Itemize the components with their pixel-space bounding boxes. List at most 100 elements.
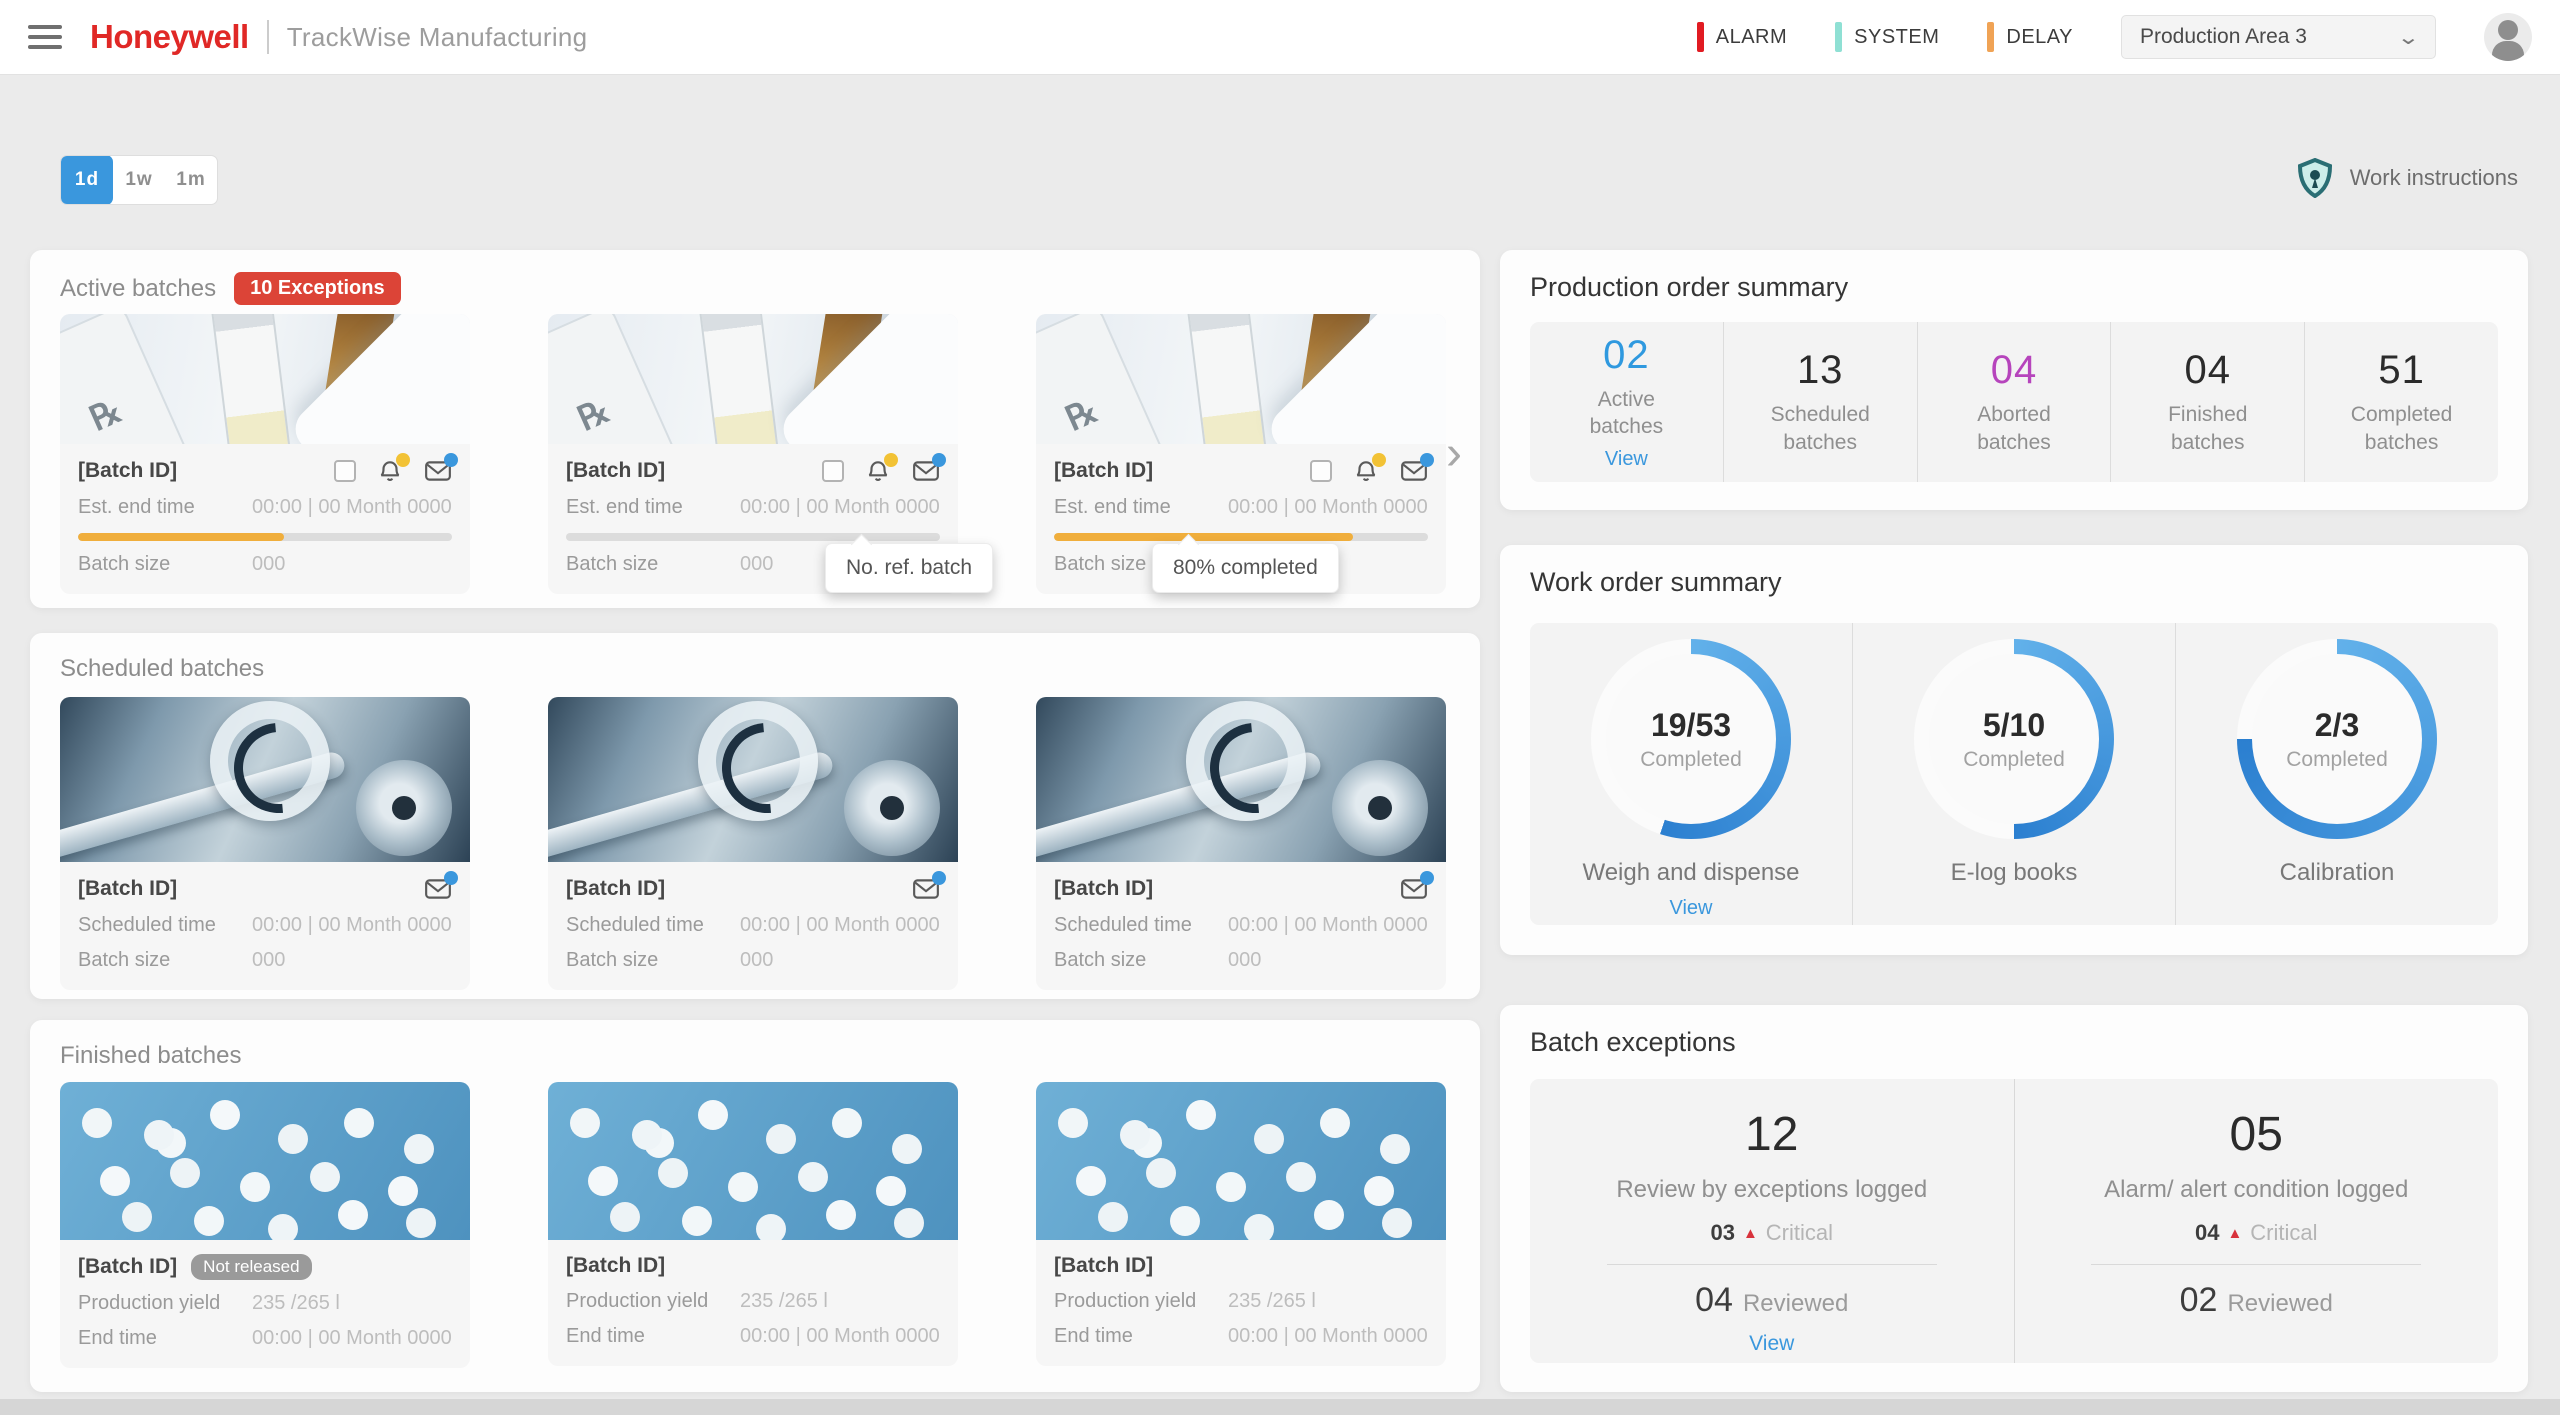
scheduled-batch-card-1[interactable]: [Batch ID] Scheduled time 00:00 | 00 Mon… <box>60 697 470 990</box>
gauge-completed-label: Completed <box>2286 748 2388 772</box>
shield-icon <box>2296 158 2334 198</box>
work-instructions-button[interactable]: Work instructions <box>2296 158 2518 198</box>
work-order-gauges: 19/53 Completed Weigh and dispense View … <box>1530 623 2498 925</box>
envelope-alert-dot <box>444 871 458 885</box>
bell-icon[interactable] <box>376 458 404 484</box>
stat-label: Finished batches <box>2148 401 2268 456</box>
gauge-elog-books: 5/10 Completed E-log books <box>1852 623 2175 925</box>
batch-checkbox[interactable] <box>1310 460 1332 482</box>
active-batch-card-1[interactable]: ℞ [Batch ID] <box>60 314 470 594</box>
gauge-fraction: 19/53 <box>1651 707 1731 744</box>
bell-alert-dot <box>396 453 410 467</box>
critical-label: Critical <box>2250 1220 2317 1246</box>
delay-indicator[interactable]: DELAY <box>1987 22 2073 52</box>
work-order-summary-panel: Work order summary 19/53 Completed Weigh… <box>1500 545 2528 955</box>
batch-id-label: [Batch ID] <box>78 459 177 483</box>
review-exceptions-column: 12 Review by exceptions logged 03 ▲ Crit… <box>1530 1079 2014 1363</box>
gauge-label: E-log books <box>1951 859 2078 887</box>
gauge-fraction: 5/10 <box>1983 707 2045 744</box>
bell-icon[interactable] <box>1352 458 1380 484</box>
batch-id-label: [Batch ID] <box>1054 1254 1153 1278</box>
batch-photo-vials: ℞ <box>60 314 470 444</box>
view-weigh-dispense-link[interactable]: View <box>1670 897 1713 920</box>
product-title: TrackWise Manufacturing <box>287 22 588 53</box>
filter-1w-button[interactable]: 1w <box>113 155 165 205</box>
est-end-time-value: 00:00 | 00 Month 0000 <box>740 496 940 519</box>
end-time-value: 00:00 | 00 Month 0000 <box>740 1325 940 1348</box>
hamburger-menu-icon[interactable] <box>28 25 62 49</box>
system-label: SYSTEM <box>1854 26 1939 49</box>
envelope-icon[interactable] <box>912 458 940 484</box>
user-avatar[interactable] <box>2484 13 2532 61</box>
progress-bar <box>78 533 452 541</box>
batch-id-label: [Batch ID] <box>1054 877 1153 901</box>
view-active-batches-link[interactable]: View <box>1605 448 1648 471</box>
envelope-icon[interactable] <box>912 876 940 902</box>
production-yield-label: Production yield <box>566 1290 726 1313</box>
batch-checkbox[interactable] <box>334 460 356 482</box>
alarm-label: ALARM <box>1716 26 1787 49</box>
est-end-time-label: Est. end time <box>566 496 726 519</box>
stat-finished-batches: 04 Finished batches <box>2110 322 2304 482</box>
honeywell-logo: Honeywell <box>90 18 249 56</box>
work-order-summary-title: Work order summary <box>1530 567 1782 598</box>
envelope-icon[interactable] <box>1400 458 1428 484</box>
scheduled-batches-title: Scheduled batches <box>60 655 264 683</box>
envelope-alert-dot <box>932 871 946 885</box>
progress-bar <box>1054 533 1428 541</box>
critical-count: 04 <box>2195 1220 2219 1246</box>
system-indicator[interactable]: SYSTEM <box>1835 22 1939 52</box>
critical-triangle-icon: ▲ <box>1743 1225 1758 1242</box>
filter-1m-button[interactable]: 1m <box>165 155 217 205</box>
critical-triangle-icon: ▲ <box>2227 1225 2242 1242</box>
end-time-label: End time <box>1054 1325 1214 1348</box>
finished-batch-card-2[interactable]: [Batch ID] Production yield 235 /265 l E… <box>548 1082 958 1366</box>
envelope-icon[interactable] <box>424 458 452 484</box>
batch-checkbox[interactable] <box>822 460 844 482</box>
production-area-dropdown[interactable]: Production Area 3 ⌄ <box>2121 15 2436 59</box>
scheduled-time-value: 00:00 | 00 Month 0000 <box>740 914 940 937</box>
envelope-icon[interactable] <box>424 876 452 902</box>
app-header: Honeywell TrackWise Manufacturing ALARM … <box>0 0 2560 75</box>
progress-bar <box>566 533 940 541</box>
batch-size-value: 000 <box>1228 949 1261 972</box>
stat-aborted-batches: 04 Aborted batches <box>1917 322 2111 482</box>
production-yield-label: Production yield <box>1054 1290 1214 1313</box>
exceptions-count: 12 <box>1745 1107 1798 1162</box>
scheduled-batch-card-2[interactable]: [Batch ID] Scheduled time 00:00 | 00 Mon… <box>548 697 958 990</box>
scheduled-batch-card-3[interactable]: [Batch ID] Scheduled time 00:00 | 00 Mon… <box>1036 697 1446 990</box>
production-yield-value: 235 /265 l <box>740 1290 828 1313</box>
critical-label: Critical <box>1766 1220 1833 1246</box>
production-order-stats: 02 Active batches View 13 Scheduled batc… <box>1530 322 2498 482</box>
active-batches-title: Active batches <box>60 275 216 303</box>
est-end-time-label: Est. end time <box>1054 496 1214 519</box>
bell-alert-dot <box>884 453 898 467</box>
production-yield-label: Production yield <box>78 1292 238 1315</box>
carousel-next-icon[interactable]: › <box>1446 430 1462 478</box>
scheduled-time-label: Scheduled time <box>566 914 726 937</box>
gauge-calibration: 2/3 Completed Calibration <box>2175 623 2498 925</box>
scheduled-time-label: Scheduled time <box>78 914 238 937</box>
critical-count: 03 <box>1710 1220 1734 1246</box>
view-exceptions-link[interactable]: View <box>1749 1332 1794 1356</box>
est-end-time-value: 00:00 | 00 Month 0000 <box>252 496 452 519</box>
exceptions-badge[interactable]: 10 Exceptions <box>234 272 401 305</box>
work-instructions-label: Work instructions <box>2350 165 2518 191</box>
scheduled-time-value: 00:00 | 00 Month 0000 <box>252 914 452 937</box>
envelope-icon[interactable] <box>1400 876 1428 902</box>
brand-divider <box>267 20 269 54</box>
finished-batch-card-1[interactable]: [Batch ID] Not released Production yield… <box>60 1082 470 1368</box>
finished-batch-card-3[interactable]: [Batch ID] Production yield 235 /265 l E… <box>1036 1082 1446 1366</box>
donut-chart: 19/53 Completed <box>1591 639 1791 839</box>
divider <box>2091 1264 2421 1265</box>
stat-value: 51 <box>2378 348 2425 393</box>
production-yield-value: 235 /265 l <box>1228 1290 1316 1313</box>
gauge-completed-label: Completed <box>1640 748 1742 772</box>
completed-percent-tooltip: 80% completed <box>1152 543 1339 593</box>
alarm-indicator[interactable]: ALARM <box>1697 22 1787 52</box>
production-order-summary-panel: Production order summary 02 Active batch… <box>1500 250 2528 510</box>
exceptions-label: Alarm/ alert condition logged <box>2104 1176 2408 1204</box>
bell-icon[interactable] <box>864 458 892 484</box>
filter-1d-button[interactable]: 1d <box>61 155 113 205</box>
stat-scheduled-batches: 13 Scheduled batches <box>1723 322 1917 482</box>
